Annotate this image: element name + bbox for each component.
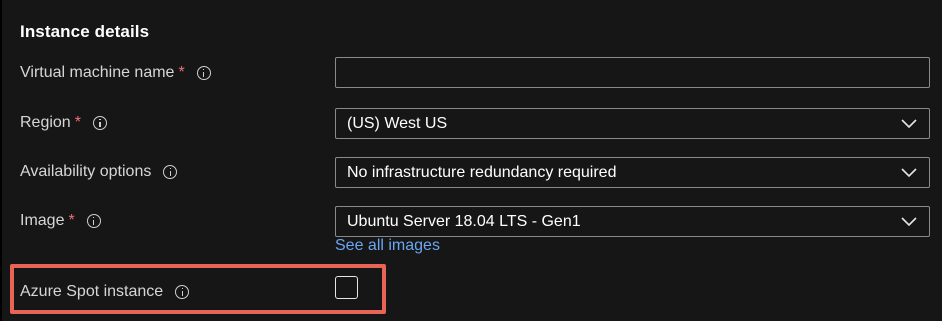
section-title: Instance details bbox=[20, 22, 150, 41]
vm-name-label-row: Virtual machine name * bbox=[20, 62, 211, 84]
region-label: Region bbox=[20, 114, 71, 131]
region-dropdown[interactable]: (US) West US bbox=[335, 108, 930, 139]
instance-details-panel: Instance details Virtual machine name * … bbox=[0, 0, 942, 321]
availability-dropdown[interactable]: No infrastructure redundancy required bbox=[335, 157, 930, 188]
see-all-images-link[interactable]: See all images bbox=[335, 237, 440, 255]
region-selected-value: (US) West US bbox=[347, 115, 448, 132]
chevron-down-icon bbox=[901, 119, 917, 129]
availability-label-row: Availability options bbox=[20, 161, 178, 183]
required-indicator: * bbox=[74, 114, 81, 131]
availability-label: Availability options bbox=[20, 163, 152, 180]
image-dropdown[interactable]: Ubuntu Server 18.04 LTS - Gen1 bbox=[335, 206, 930, 237]
info-icon[interactable] bbox=[163, 165, 178, 179]
chevron-down-icon bbox=[901, 168, 917, 178]
info-icon[interactable] bbox=[92, 116, 107, 130]
required-indicator: * bbox=[68, 212, 75, 229]
image-selected-value: Ubuntu Server 18.04 LTS - Gen1 bbox=[347, 213, 581, 230]
vm-name-input[interactable] bbox=[335, 57, 930, 88]
spot-label-row: Azure Spot instance bbox=[20, 281, 190, 303]
info-icon[interactable] bbox=[175, 285, 190, 299]
spot-instance-checkbox[interactable] bbox=[335, 276, 358, 299]
image-label-row: Image * bbox=[20, 210, 101, 232]
availability-selected-value: No infrastructure redundancy required bbox=[347, 164, 617, 181]
spot-label: Azure Spot instance bbox=[20, 283, 164, 300]
chevron-down-icon bbox=[901, 217, 917, 227]
info-icon[interactable] bbox=[196, 66, 211, 80]
required-indicator: * bbox=[178, 64, 185, 81]
info-icon[interactable] bbox=[86, 214, 101, 228]
vm-name-label: Virtual machine name bbox=[20, 64, 175, 81]
region-label-row: Region * bbox=[20, 112, 107, 134]
image-label: Image bbox=[20, 212, 65, 229]
